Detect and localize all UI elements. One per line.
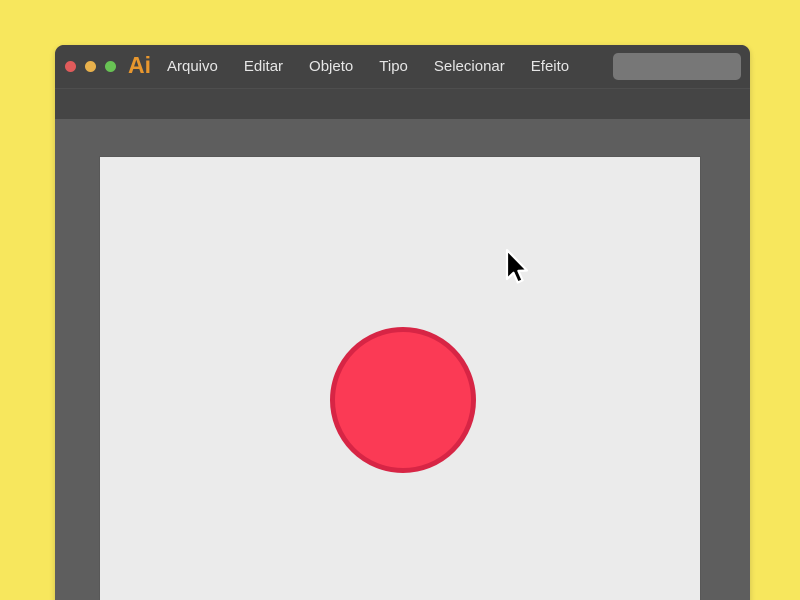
menu-item-arquivo[interactable]: Arquivo [167, 59, 218, 74]
ellipse-shape[interactable] [330, 327, 476, 473]
canvas-area[interactable] [55, 119, 750, 600]
illustrator-logo: Ai [128, 54, 151, 79]
close-window-button[interactable] [65, 61, 76, 72]
menu-item-tipo[interactable]: Tipo [379, 59, 408, 74]
menu-item-objeto[interactable]: Objeto [309, 59, 353, 74]
artboard[interactable] [100, 157, 700, 600]
menu-item-efeito[interactable]: Efeito [531, 59, 569, 74]
control-toolbar[interactable] [55, 88, 750, 120]
minimize-window-button[interactable] [85, 61, 96, 72]
search-input[interactable] [613, 53, 741, 80]
menu-item-list: Arquivo Editar Objeto Tipo Selecionar Ef… [167, 59, 569, 74]
maximize-window-button[interactable] [105, 61, 116, 72]
menu-bar: Ai Arquivo Editar Objeto Tipo Selecionar… [55, 45, 750, 88]
window-controls [65, 61, 116, 72]
menu-item-selecionar[interactable]: Selecionar [434, 59, 505, 74]
application-window: Ai Arquivo Editar Objeto Tipo Selecionar… [55, 45, 750, 600]
menu-item-editar[interactable]: Editar [244, 59, 283, 74]
screenshot-stage: Ai Arquivo Editar Objeto Tipo Selecionar… [0, 0, 800, 600]
